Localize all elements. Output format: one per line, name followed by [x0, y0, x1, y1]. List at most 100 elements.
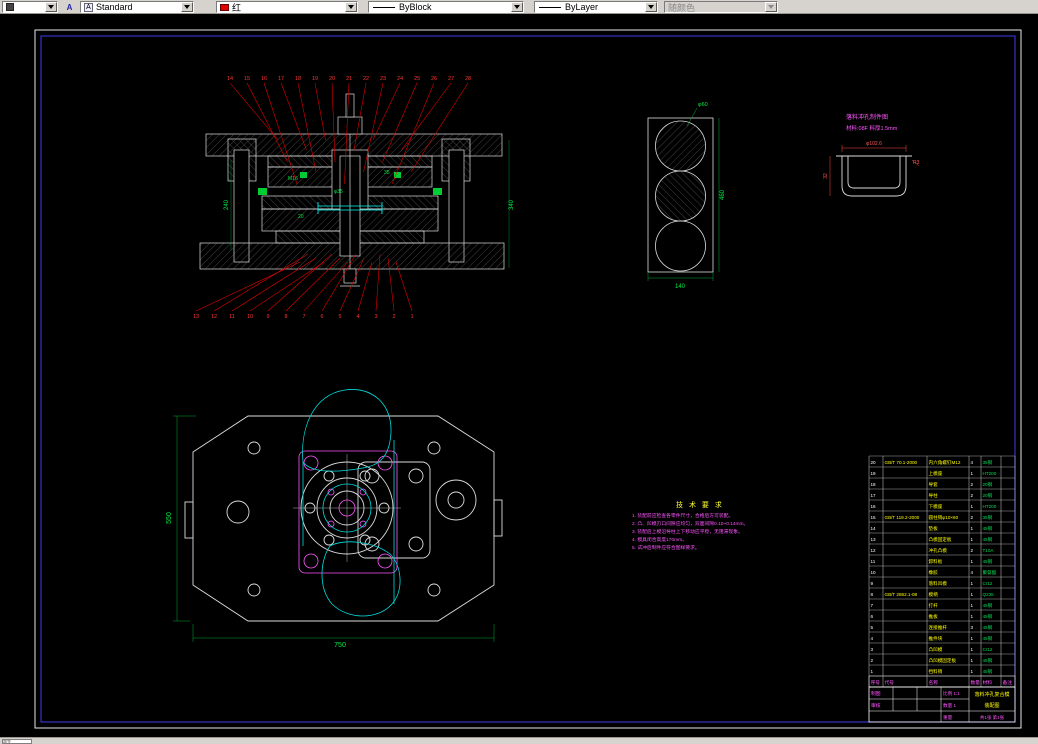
callout-number: 6: [320, 314, 323, 320]
bom-cell: 1: [871, 669, 874, 674]
titleblock-qty: 数量 1: [943, 702, 956, 709]
color-combo-arrow[interactable]: [345, 2, 357, 12]
bom-cell: 35钢: [983, 514, 993, 521]
text-style-button[interactable]: A: [62, 1, 77, 13]
bom-cell: GB/T 2862.1-08: [885, 592, 918, 597]
lineweight-combo[interactable]: ByBlock: [368, 1, 524, 13]
style-doc-icon: A: [84, 2, 93, 12]
linetype-combo-arrow[interactable]: [645, 2, 657, 12]
bom-cell: 落料凹模: [929, 580, 948, 587]
bom-cell: 45钢: [983, 657, 993, 664]
bom-cell: 1: [971, 603, 974, 608]
bom-cell: 挡料销: [929, 668, 943, 675]
callout-number: 17: [278, 76, 284, 82]
bom-header-cell: 数量: [971, 679, 981, 686]
bom-cell: HT200: [983, 504, 997, 509]
bom-cell: 4: [971, 570, 974, 575]
plotstyle-value: 随颜色: [668, 2, 696, 13]
bom-cell: 1: [971, 636, 974, 641]
bom-cell: 导套: [929, 481, 939, 488]
dim-label: R3: [913, 160, 920, 166]
bom-cell: 9: [871, 581, 874, 586]
bom-cell: Cr12: [983, 581, 993, 586]
color-combo[interactable]: 红: [216, 1, 358, 13]
bom-cell: 4: [971, 460, 974, 465]
bom-cell: 45钢: [983, 536, 993, 543]
bom-cell: 打杆: [929, 602, 939, 609]
bom-cell: GB/T 70.1-2000: [885, 460, 918, 465]
bom-cell: 45钢: [983, 602, 993, 609]
callout-number: 1: [410, 314, 413, 320]
bom-cell: 垫板: [929, 525, 939, 532]
bom-cell: 45钢: [983, 668, 993, 675]
linetype-combo[interactable]: ByLayer: [534, 1, 658, 13]
callout-number: 14: [227, 76, 233, 82]
drawing-canvas[interactable]: 240 340 M16 φ35 20 35 14 15 16 17 18 19 20 21 22…: [0, 14, 1038, 737]
tech-line: 3. 装配后上模沿导柱上下移动应平稳，无阻滞现象。: [632, 528, 743, 535]
bom-cell: 2: [871, 658, 874, 663]
cad-svg: 240 340 M16 φ35 20 35 14 15 16 17 18 19 20 21 22…: [0, 14, 1038, 737]
part-title: 落料冲孔制件图: [846, 113, 888, 121]
tech-line: 4. 模具闭合高度170mm。: [632, 536, 687, 543]
bom-cell: 2: [971, 548, 974, 553]
callout-number: 15: [244, 76, 250, 82]
bom-cell: GB/T 119.2-2000: [885, 515, 920, 520]
text-style-combo-arrow[interactable]: [181, 2, 193, 12]
bom-cell: 1: [971, 581, 974, 586]
color-swatch-red: [220, 3, 229, 11]
dim-label: 550: [166, 512, 173, 524]
callout-number: 9: [266, 314, 269, 320]
bom-cell: Cr12: [983, 647, 993, 652]
bom-cell: 45钢: [983, 558, 993, 565]
bom-cell: 3: [971, 625, 974, 630]
bom-cell: 内六角螺钉M12: [929, 459, 961, 466]
tech-line: 5. 试冲后制件应符合图样要求。: [632, 544, 700, 551]
callout-number: 8: [284, 314, 287, 320]
bom-cell: 1: [971, 669, 974, 674]
text-style-combo[interactable]: A Standard: [80, 1, 194, 13]
bom-cell: 13: [871, 537, 877, 542]
bom-cell: 18: [871, 482, 877, 487]
color-value: 红: [232, 2, 242, 13]
bom-cell: 45钢: [983, 635, 993, 642]
workspace-combo[interactable]: [2, 1, 58, 13]
callout-number: 13: [193, 314, 199, 320]
bom-cell: 35钢: [983, 459, 993, 466]
status-bar-fragment: 命令: [0, 737, 1038, 744]
dim-label: 240: [224, 199, 230, 210]
titleblock-draw-label: 制图: [871, 690, 881, 697]
workspace-combo-arrow[interactable]: [45, 2, 57, 12]
dim-label: φ60: [698, 102, 708, 108]
bom-cell: 2: [971, 493, 974, 498]
titleblock-check-label: 审核: [871, 702, 881, 709]
titleblock-title: 落料冲孔复合模: [974, 691, 1009, 698]
bom-cell: 16: [871, 504, 877, 509]
linetype-value: ByLayer: [565, 2, 599, 12]
callout-number: 23: [380, 76, 386, 82]
bom-cell: 上模座: [929, 470, 943, 477]
toolbar: A A Standard 红 ByBlock ByLayer 随颜色: [0, 0, 1038, 14]
callout-number: 4: [356, 314, 359, 320]
dim-label: 340: [509, 199, 515, 210]
bom-cell: 1: [971, 614, 974, 619]
bom-cell: 推件块: [929, 635, 943, 642]
dim-label: φ35: [334, 189, 343, 195]
bom-cell: 导柱: [929, 492, 939, 499]
bom-cell: 8: [871, 592, 874, 597]
bom-cell: 凸模固定板: [929, 536, 952, 543]
bom-cell: 下模座: [929, 503, 943, 510]
bom-cell: 凸凹模: [929, 646, 943, 653]
callout-number: 27: [448, 76, 454, 82]
bom-cell: 1: [971, 471, 974, 476]
callout-number: 21: [346, 76, 352, 82]
bom-cell: T10A: [983, 548, 995, 553]
plotstyle-combo-arrow: [765, 2, 777, 12]
bom-cell: 12: [871, 548, 877, 553]
bom-cell: 11: [871, 559, 876, 564]
callout-number: 7: [302, 314, 305, 320]
lineweight-combo-arrow[interactable]: [511, 2, 523, 12]
bom-cell: 4: [871, 636, 874, 641]
tech-line: 2. 凸、凹模刃口间隙应均匀，双面间隙0.10~0.14mm。: [632, 520, 748, 527]
callout-number: 24: [397, 76, 403, 82]
titleblock-weight: 重量: [943, 714, 953, 721]
